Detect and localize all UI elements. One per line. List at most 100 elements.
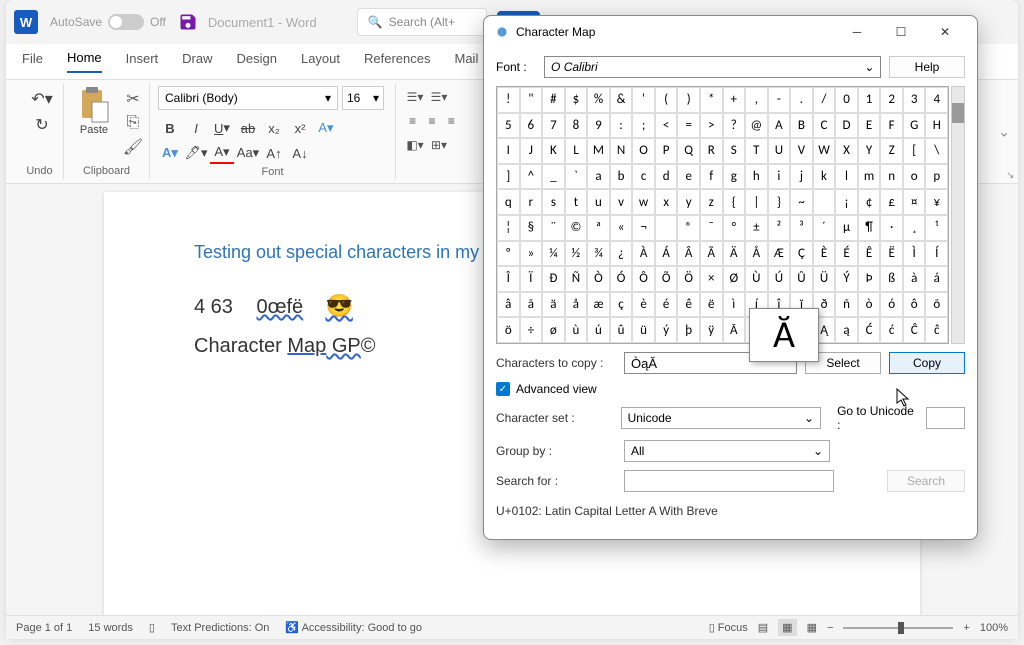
char-cell[interactable]: ^ [520,164,543,190]
char-cell[interactable]: Å [745,241,768,267]
char-cell[interactable]: Ć [858,317,881,343]
tab-design[interactable]: Design [237,51,277,72]
char-cell[interactable]: [ [903,138,926,164]
char-cell[interactable]: ´ [813,215,836,241]
char-cell[interactable]: & [610,87,633,113]
char-cell[interactable]: £ [880,189,903,215]
page-count[interactable]: Page 1 of 1 [16,622,72,634]
char-cell[interactable]: Ë [880,241,903,267]
char-cell[interactable]: « [610,215,633,241]
zoom-slider[interactable] [843,627,953,629]
char-cell[interactable]: J [520,138,543,164]
char-cell[interactable]: ì [723,292,746,318]
char-cell[interactable]: ê [677,292,700,318]
char-cell[interactable]: ( [655,87,678,113]
close-button[interactable]: ✕ [923,17,967,47]
char-cell[interactable]: g [723,164,746,190]
cut-button[interactable]: ✂ [122,88,144,110]
char-cell[interactable]: Þ [858,266,881,292]
char-cell[interactable]: ² [768,215,791,241]
char-cell[interactable]: ~ [790,189,813,215]
font-size-select[interactable]: 16▾ [342,86,384,110]
char-cell[interactable]: W [813,138,836,164]
char-cell[interactable]: x [655,189,678,215]
tab-references[interactable]: References [364,51,430,72]
char-cell[interactable]: e [677,164,700,190]
save-icon[interactable] [178,12,198,32]
char-cell[interactable]: ° [723,215,746,241]
search-box[interactable]: 🔍 Search (Alt+ [357,8,487,36]
char-cell[interactable]: ¤ [903,189,926,215]
ribbon-collapse-button[interactable]: ⌄ [998,123,1010,140]
char-cell[interactable]: 2 [880,87,903,113]
shrink-font-button[interactable]: A↓ [288,142,312,164]
maximize-button[interactable]: ☐ [879,17,923,47]
char-cell[interactable]: l [835,164,858,190]
char-cell[interactable]: ­ [655,215,678,241]
tab-insert[interactable]: Insert [126,51,159,72]
italic-button[interactable]: I [184,117,208,139]
char-cell[interactable]: Ò [587,266,610,292]
zoom-in-button[interactable]: + [963,622,969,634]
print-layout-icon[interactable]: ▦ [778,619,796,636]
char-cell[interactable]: o [903,164,926,190]
char-cell[interactable]: ç [610,292,633,318]
char-cell[interactable]: Ö [677,266,700,292]
char-cell[interactable]: : [610,113,633,139]
char-cell[interactable]: ô [903,292,926,318]
char-cell[interactable]: ĉ [925,317,948,343]
char-cell[interactable]: Ñ [565,266,588,292]
char-cell[interactable]: . [790,87,813,113]
groupby-dropdown[interactable]: All ⌄ [624,440,830,462]
char-cell[interactable]: / [813,87,836,113]
char-cell[interactable]: N [610,138,633,164]
char-cell[interactable]: ¿ [610,241,633,267]
char-cell[interactable]: Î [497,266,520,292]
char-cell[interactable]: ¡ [835,189,858,215]
char-cell[interactable]: ÿ [700,317,723,343]
char-cell[interactable]: § [520,215,543,241]
char-cell[interactable]: 8 [565,113,588,139]
paste-button[interactable]: Paste [72,84,116,165]
char-cell[interactable]: ¬ [632,215,655,241]
read-mode-icon[interactable]: ▤ [758,621,768,634]
char-cell[interactable]: * [700,87,723,113]
char-cell[interactable]: ë [700,292,723,318]
char-cell[interactable]: Ù [745,266,768,292]
char-cell[interactable]: µ [835,215,858,241]
char-cell[interactable]: ) [677,87,700,113]
char-cell[interactable]: ą [835,317,858,343]
shading-button[interactable]: ◧▾ [404,134,426,156]
strikethrough-button[interactable]: ab [236,117,260,139]
char-cell[interactable]: â [497,292,520,318]
char-cell[interactable]: w [632,189,655,215]
char-cell[interactable]: Ó [610,266,633,292]
char-cell[interactable]: ? [723,113,746,139]
char-cell[interactable]: ó [880,292,903,318]
search-input[interactable] [624,470,834,492]
char-cell[interactable]: Y [858,138,881,164]
text-effects-icon[interactable]: A▾ [158,142,182,164]
char-cell[interactable]: é [655,292,678,318]
char-cell[interactable]: þ [677,317,700,343]
char-cell[interactable]: Ð [542,266,565,292]
char-cell[interactable]: f [700,164,723,190]
char-cell[interactable]: v [610,189,633,215]
font-dialog-launcher[interactable]: ↘ [1006,170,1014,181]
char-cell[interactable]: ª [587,215,610,241]
char-cell[interactable]: L [565,138,588,164]
char-cell[interactable]: F [880,113,903,139]
font-name-select[interactable]: Calibri (Body)▾ [158,86,338,110]
char-cell[interactable]: Ā [723,317,746,343]
char-cell[interactable]: Ä [723,241,746,267]
char-cell[interactable]: ć [880,317,903,343]
char-cell[interactable]: ú [587,317,610,343]
borders-button[interactable]: ⊞▾ [428,134,450,156]
char-cell[interactable]: > [700,113,723,139]
char-cell[interactable]: ñ [835,292,858,318]
tab-file[interactable]: File [22,51,43,72]
char-cell[interactable]: X [835,138,858,164]
highlight-button[interactable]: 🖊▾ [184,142,208,164]
char-cell[interactable]: æ [587,292,610,318]
char-cell[interactable]: T [745,138,768,164]
